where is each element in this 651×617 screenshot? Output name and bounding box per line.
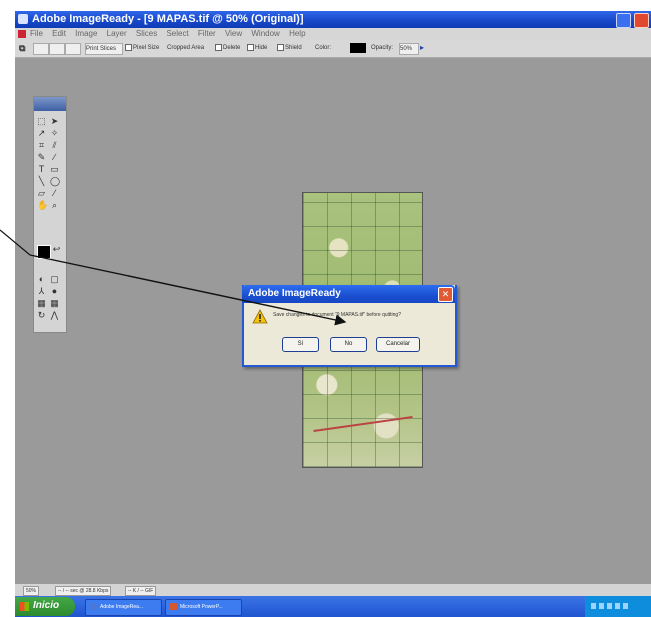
shield-color-swatch[interactable]	[350, 43, 366, 53]
dialog-close-button[interactable]: ✕	[438, 287, 453, 302]
preview-icon[interactable]: ▢	[50, 275, 59, 284]
foreground-color-swatch[interactable]	[37, 245, 51, 259]
shield-option[interactable]: Shield	[277, 43, 302, 53]
menu-bar: File Edit Image Layer Slices Select Filt…	[15, 28, 651, 40]
toolbox-header[interactable]	[34, 97, 66, 111]
close-button[interactable]	[634, 13, 649, 28]
ellipse-tool-icon[interactable]: ◯	[50, 177, 60, 186]
warning-icon	[252, 309, 268, 324]
swap-colors-icon[interactable]: ↩	[52, 245, 61, 254]
taskbar-item-imageready[interactable]: Adobe ImageRea...	[85, 599, 162, 616]
lasso-tool-icon[interactable]: ↗	[37, 129, 46, 138]
slice-tool-icon[interactable]: ⫽	[50, 141, 59, 150]
slice-type-button-1[interactable]	[33, 43, 49, 55]
yes-button[interactable]: Sí	[282, 337, 319, 352]
menu-slices[interactable]: Slices	[136, 29, 157, 38]
color-label: Color:	[315, 45, 332, 51]
hand-tool-icon[interactable]: ✋	[37, 201, 48, 210]
dialog-message: Save changes to document "9 MAPAS.tif" b…	[273, 312, 401, 318]
type-tool-icon[interactable]: T	[37, 165, 46, 174]
eyedropper-tool-icon[interactable]: ⁄	[50, 189, 59, 198]
task-label-imageready: Adobe ImageRea...	[100, 604, 144, 610]
mask-mode-icon[interactable]: ◐	[37, 275, 46, 284]
pixel-size-checkbox[interactable]	[125, 43, 132, 51]
options-bar: ⧉ Print Slices Pixel Size Cropped Area D…	[15, 40, 651, 58]
shield-label: Shield	[285, 45, 302, 51]
magic-wand-tool-icon[interactable]: ✧	[50, 129, 59, 138]
task-label-powerpoint: Microsoft PowerP...	[180, 604, 223, 610]
cropped-area-option[interactable]: Cropped Area	[167, 43, 204, 53]
rollover-icon[interactable]: ⅄	[37, 287, 46, 296]
marquee-tool-icon[interactable]: ⬚	[37, 117, 46, 126]
download-time[interactable]: -- / -- sec @ 28.8 Kbps	[55, 586, 112, 596]
crop-tool-icon[interactable]: ⌗	[37, 141, 46, 150]
slice-type-button-2[interactable]	[49, 43, 65, 55]
opacity-field[interactable]: 50%	[399, 43, 419, 55]
hide-option[interactable]: Hide	[247, 43, 267, 53]
status-bar: 50% -- / -- sec @ 28.8 Kbps -- K / -- GI…	[15, 583, 651, 597]
minimize-button[interactable]	[616, 13, 631, 28]
delete-label: Delete	[223, 45, 241, 51]
dialog-title: Adobe ImageReady	[248, 288, 341, 299]
pixel-size-label: Pixel Size	[133, 45, 160, 51]
pixel-size-option[interactable]: Pixel Size	[125, 43, 159, 53]
imageready-logo-icon	[18, 30, 26, 38]
save-changes-dialog: Adobe ImageReady ✕ Save changes to docum…	[242, 285, 457, 367]
no-button[interactable]: No	[330, 337, 367, 352]
cropped-area-label: Cropped Area	[167, 45, 205, 51]
eraser-tool-icon[interactable]: ▱	[37, 189, 46, 198]
menu-edit[interactable]: Edit	[52, 29, 66, 38]
system-tray	[585, 596, 651, 617]
pencil-tool-icon[interactable]: ∕	[50, 153, 59, 162]
tray-icons[interactable]	[591, 603, 631, 609]
menu-view[interactable]: View	[225, 29, 242, 38]
menu-layer[interactable]: Layer	[107, 29, 127, 38]
title-bar[interactable]: Adobe ImageReady - [9 MAPAS.tif @ 50% (O…	[15, 11, 651, 28]
rectangle-tool-icon[interactable]: ▭	[50, 165, 59, 174]
start-label: Inicio	[33, 600, 60, 611]
zoom-level[interactable]: 50%	[23, 586, 40, 596]
menu-items: File Edit Image Layer Slices Select Filt…	[30, 28, 313, 40]
imageready-app-icon	[18, 14, 28, 24]
menu-file[interactable]: File	[30, 29, 43, 38]
hide-label: Hide	[255, 45, 268, 51]
imageready-task-icon	[90, 603, 97, 611]
start-button[interactable]: Inicio	[15, 597, 75, 616]
line-tool-icon[interactable]: ╲	[37, 177, 46, 186]
menu-image[interactable]: Image	[75, 29, 97, 38]
taskbar: Inicio Adobe ImageRea... Microsoft Power…	[15, 596, 651, 617]
opacity-dropdown-icon[interactable]: ▸	[420, 43, 424, 53]
cancel-button[interactable]: Cancelar	[376, 337, 420, 352]
menu-filter[interactable]: Filter	[198, 29, 216, 38]
slice-tool-icon[interactable]: ⧉	[19, 43, 25, 53]
slide: Adobe ImageReady - [9 MAPAS.tif @ 50% (O…	[0, 0, 651, 617]
slice-type-button-3[interactable]	[65, 43, 81, 55]
delete-radio[interactable]	[215, 43, 222, 51]
opacity-label: Opacity:	[371, 45, 394, 51]
dialog-title-bar[interactable]: Adobe ImageReady ✕	[242, 285, 455, 303]
move-tool-icon[interactable]: ➤	[50, 117, 59, 126]
hide-radio[interactable]	[247, 43, 254, 51]
image-map-visibility-icon[interactable]: ▦	[50, 299, 59, 308]
window-title: Adobe ImageReady - [9 MAPAS.tif @ 50% (O…	[32, 13, 304, 25]
zoom-tool-icon[interactable]: ⌕	[50, 201, 59, 210]
jump-to-photoshop-icon[interactable]: ↻	[37, 311, 46, 320]
windows-flag-icon	[20, 602, 29, 611]
taskbar-item-powerpoint[interactable]: Microsoft PowerP...	[165, 599, 242, 616]
menu-help[interactable]: Help	[289, 29, 305, 38]
pointer-tool-icon[interactable]: ⋀	[50, 311, 59, 320]
menu-select[interactable]: Select	[166, 29, 188, 38]
browser-preview-icon[interactable]: ●	[50, 287, 59, 296]
brush-tool-icon[interactable]: ✎	[37, 153, 46, 162]
powerpoint-task-icon	[170, 603, 177, 611]
toolbox: ⬚ ➤ ↗ ✧ ⌗ ⫽ ✎ ∕ T ▭ ╲ ◯ ▱ ⁄ ✋ ⌕ ↩ ◐ ▢ ⅄ …	[33, 96, 67, 333]
slice-visibility-icon[interactable]: ▦	[37, 299, 46, 308]
menu-window[interactable]: Window	[251, 29, 279, 38]
file-size-info[interactable]: -- K / -- GIF	[125, 586, 157, 596]
print-slices-button[interactable]: Print Slices	[85, 43, 123, 55]
delete-option[interactable]: Delete	[215, 43, 240, 53]
map-road-line	[313, 416, 413, 432]
shield-checkbox[interactable]	[277, 43, 284, 51]
